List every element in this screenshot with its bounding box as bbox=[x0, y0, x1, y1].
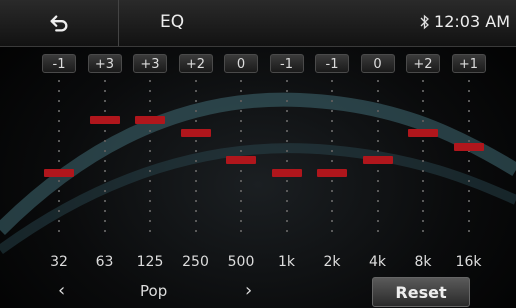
back-button[interactable] bbox=[0, 0, 119, 46]
band-slider-handle-8k[interactable] bbox=[408, 129, 438, 138]
band-slider-handle-32[interactable] bbox=[44, 169, 74, 178]
band-value-32: -1 bbox=[42, 54, 76, 73]
band-slider-track-1k[interactable] bbox=[285, 80, 288, 240]
band-frequency-32: 32 bbox=[50, 254, 68, 270]
reset-button[interactable]: Reset bbox=[372, 277, 470, 307]
band-value-16k: +1 bbox=[451, 54, 486, 73]
band-value-500: 0 bbox=[224, 54, 258, 73]
clock: 12:03 AM bbox=[434, 12, 510, 31]
band-slider-track-63[interactable] bbox=[103, 80, 106, 240]
band-slider-handle-16k[interactable] bbox=[453, 142, 484, 151]
band-frequency-4k: 4k bbox=[368, 254, 386, 270]
bluetooth-icon bbox=[420, 14, 430, 29]
band-slider-handle-2k[interactable] bbox=[317, 169, 347, 178]
band-slider-track-8k[interactable] bbox=[422, 80, 424, 240]
header-bar: EQ 12:03 AM bbox=[0, 0, 516, 47]
band-slider-track-2k[interactable] bbox=[331, 80, 333, 240]
band-slider-track-125[interactable] bbox=[149, 80, 151, 240]
band-slider-handle-1k[interactable] bbox=[271, 169, 302, 178]
band-frequency-125: 125 bbox=[136, 254, 164, 270]
band-slider-handle-500[interactable] bbox=[226, 156, 256, 164]
back-arrow-icon bbox=[50, 15, 68, 32]
band-value-2k: -1 bbox=[315, 54, 349, 73]
preset-prev-button[interactable]: ‹ bbox=[58, 280, 65, 301]
band-value-63: +3 bbox=[87, 54, 122, 73]
eq-screen: EQ 12:03 AM -1 32 +3 63 +3 125 +2 250 0 500 -1 1k -1… bbox=[0, 0, 516, 308]
status-area: 12:03 AM bbox=[420, 12, 510, 31]
band-slider-track-16k[interactable] bbox=[467, 80, 470, 240]
band-frequency-16k: 16k bbox=[455, 254, 482, 270]
band-value-1k: -1 bbox=[269, 54, 304, 73]
band-frequency-8k: 8k bbox=[414, 254, 432, 270]
band-frequency-500: 500 bbox=[227, 254, 255, 270]
band-frequency-2k: 2k bbox=[323, 254, 341, 270]
band-slider-handle-125[interactable] bbox=[135, 116, 165, 124]
preset-next-button[interactable]: › bbox=[245, 280, 252, 301]
page-title: EQ bbox=[160, 12, 185, 32]
band-value-8k: +2 bbox=[406, 54, 440, 73]
band-slider-track-32[interactable] bbox=[58, 80, 60, 240]
band-slider-track-250[interactable] bbox=[194, 80, 197, 240]
band-frequency-63: 63 bbox=[95, 254, 114, 270]
band-frequency-1k: 1k bbox=[277, 254, 295, 270]
band-value-4k: 0 bbox=[360, 54, 395, 73]
preset-label: Pop bbox=[140, 282, 168, 300]
band-frequency-250: 250 bbox=[182, 254, 209, 270]
band-value-250: +2 bbox=[178, 54, 213, 73]
band-slider-handle-4k[interactable] bbox=[362, 156, 393, 164]
preset-selector: ‹ Pop › Reset bbox=[0, 276, 516, 308]
band-value-125: +3 bbox=[133, 54, 167, 73]
band-slider-handle-250[interactable] bbox=[180, 129, 211, 138]
band-slider-handle-63[interactable] bbox=[89, 116, 120, 124]
